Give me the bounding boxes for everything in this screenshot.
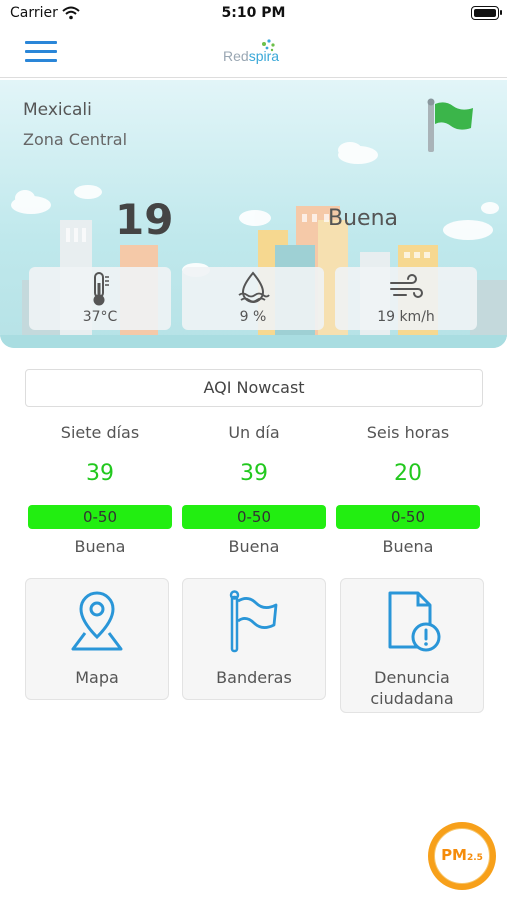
temperature-metric: 37°C xyxy=(29,267,171,330)
aqi-range-bar: 0-50 xyxy=(28,505,172,529)
column-aqi-value: 39 xyxy=(86,461,114,486)
column-category: Buena xyxy=(74,537,126,556)
column-category: Buena xyxy=(382,537,434,556)
flags-tile-button[interactable]: Banderas xyxy=(182,578,326,700)
column-title: Seis horas xyxy=(366,423,450,442)
document-alert-icon xyxy=(341,589,483,659)
map-pin-icon xyxy=(26,589,168,659)
pm-label: PM xyxy=(441,846,467,864)
air-quality-card: Mexicali Zona Central 19 Buena 37°C 9 % … xyxy=(0,80,507,348)
one-day-column: Un día 39 0-50 Buena xyxy=(181,420,327,556)
humidity-metric: 9 % xyxy=(182,267,324,330)
pm25-button[interactable]: PM2.5 xyxy=(428,822,496,890)
menu-icon[interactable] xyxy=(25,41,57,65)
wind-metric: 19 km/h xyxy=(335,267,477,330)
clock: 5:10 PM xyxy=(221,5,286,21)
column-aqi-value: 20 xyxy=(394,461,422,486)
temperature-value: 37°C xyxy=(82,309,118,325)
aqi-category: Buena xyxy=(328,206,398,231)
nav-bar: Redspira xyxy=(0,28,507,78)
zone-name: Zona Central xyxy=(23,130,128,149)
column-title: Un día xyxy=(228,423,280,442)
seven-day-column: Siete días 39 0-50 Buena xyxy=(27,420,173,556)
aqi-nowcast-header: AQI Nowcast xyxy=(25,369,483,407)
thermometer-icon xyxy=(29,271,171,311)
logo-text-red: Red xyxy=(223,48,249,64)
battery-icon xyxy=(471,6,502,20)
tile-label: Mapa xyxy=(75,668,119,687)
map-tile-button[interactable]: Mapa xyxy=(25,578,169,700)
green-flag-icon xyxy=(425,98,477,158)
column-category: Buena xyxy=(228,537,280,556)
tile-label: Banderas xyxy=(216,668,292,687)
tile-label: Denuncia ciudadana xyxy=(370,668,454,708)
six-hour-column: Seis horas 20 0-50 Buena xyxy=(335,420,481,556)
humidity-icon xyxy=(182,271,324,309)
aqi-range-bar: 0-50 xyxy=(182,505,326,529)
humidity-value: 9 % xyxy=(239,309,267,325)
pm-sub-label: 2.5 xyxy=(466,853,483,863)
aqi-range-bar: 0-50 xyxy=(336,505,480,529)
wind-icon xyxy=(335,271,477,309)
wind-value: 19 km/h xyxy=(377,309,435,325)
column-aqi-value: 39 xyxy=(240,461,268,486)
flag-icon xyxy=(183,589,325,659)
logo-text-spira: spira xyxy=(248,48,280,64)
citizen-report-tile-button[interactable]: Denuncia ciudadana xyxy=(340,578,484,713)
column-title: Siete días xyxy=(60,423,140,442)
redspira-logo: Redspira xyxy=(220,38,290,68)
city-name: Mexicali xyxy=(23,100,92,120)
aqi-value: 19 xyxy=(115,195,174,244)
status-bar: Carrier 5:10 PM xyxy=(0,0,507,28)
